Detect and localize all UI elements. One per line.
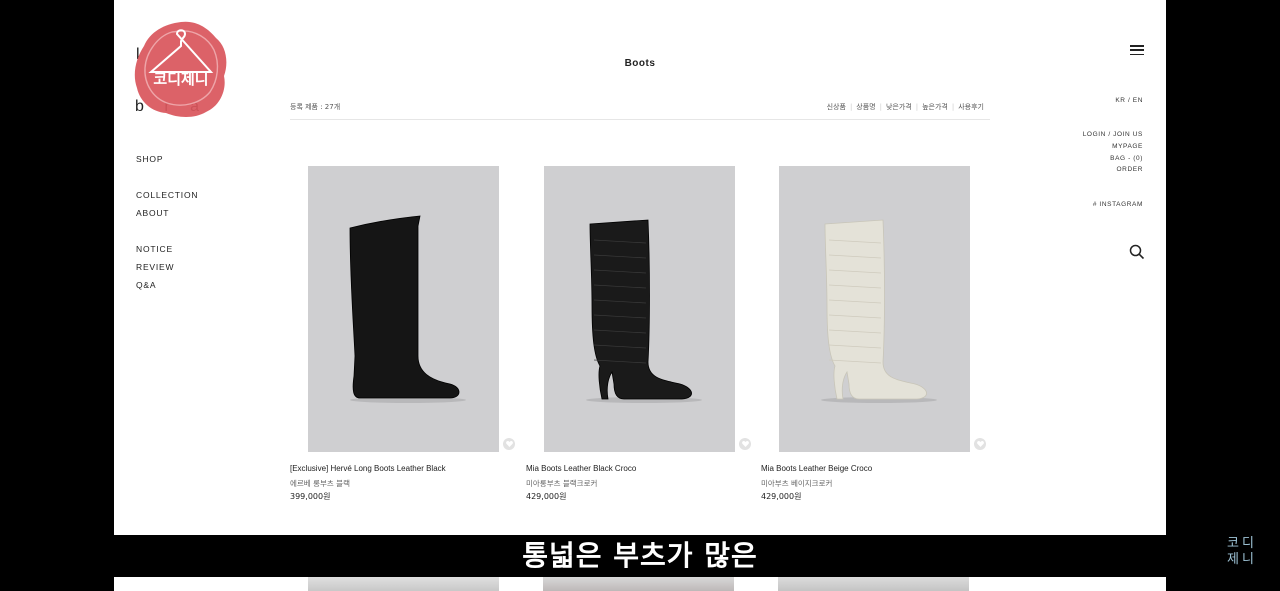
product-price: 429,000원 bbox=[761, 492, 802, 501]
watermark-line-2: 제니 bbox=[1227, 552, 1257, 567]
heart-icon[interactable] bbox=[739, 438, 751, 450]
boot-illustration bbox=[349, 215, 466, 403]
next-row-thumb-1[interactable] bbox=[308, 577, 499, 591]
page-continuation bbox=[114, 577, 1166, 591]
header-divider bbox=[290, 119, 990, 120]
next-row-thumb-2[interactable] bbox=[543, 577, 734, 591]
stamp-label: 코디제니 bbox=[153, 70, 209, 88]
search-icon[interactable] bbox=[1129, 244, 1145, 260]
nav-qa[interactable]: Q&A bbox=[136, 280, 156, 290]
boot-illustration bbox=[821, 219, 937, 403]
boot-shape bbox=[824, 219, 927, 400]
sort-divider: | bbox=[915, 103, 919, 111]
nav-collection[interactable]: COLLECTION bbox=[136, 190, 198, 200]
sort-reviews[interactable]: 사용후기 bbox=[958, 103, 984, 111]
channel-watermark: 코디 제니 bbox=[1222, 536, 1262, 568]
product-name[interactable]: Mia Boots Leather Black Croco bbox=[526, 464, 636, 473]
hamburger-icon[interactable] bbox=[1130, 45, 1144, 56]
nav-shop[interactable]: SHOP bbox=[136, 154, 163, 164]
product-image[interactable] bbox=[308, 166, 499, 452]
sort-divider: | bbox=[951, 103, 955, 111]
product-name-kr: 미아롱부츠 블랙크로커 bbox=[526, 479, 598, 488]
nav-review[interactable]: REVIEW bbox=[136, 262, 174, 272]
order-link[interactable]: ORDER bbox=[1117, 166, 1143, 173]
mypage-link[interactable]: MYPAGE bbox=[1112, 143, 1143, 150]
page-title: Boots bbox=[624, 58, 656, 69]
language-switch[interactable]: KR / EN bbox=[1115, 97, 1143, 104]
video-subtitle: 통넓은 부츠가 많은 bbox=[522, 539, 758, 572]
product-name-kr: 미아부츠 베이지크로커 bbox=[761, 479, 833, 488]
nav-about[interactable]: ABOUT bbox=[136, 208, 169, 218]
bag-link[interactable]: BAG - (0) bbox=[1110, 155, 1143, 162]
sort-divider: | bbox=[879, 103, 882, 111]
watermark-line-1: 코디 bbox=[1227, 536, 1257, 551]
product-image[interactable] bbox=[544, 166, 735, 452]
product-price: 429,000원 bbox=[526, 492, 567, 501]
channel-stamp: 코디제니 bbox=[134, 20, 228, 118]
sort-newest[interactable]: 신상품 bbox=[827, 103, 846, 111]
boot-shape bbox=[349, 215, 460, 399]
next-row-thumb-3[interactable] bbox=[778, 577, 969, 591]
sort-divider: | bbox=[849, 103, 853, 111]
boot-shape bbox=[589, 219, 692, 400]
sort-options: 신상품 | 상품명 | 낮은가격 | 높은가격 | 사용후기 bbox=[827, 102, 984, 112]
product-count: 등록 제품 : 27개 bbox=[290, 103, 341, 111]
heart-icon[interactable] bbox=[974, 438, 986, 450]
product-price: 399,000원 bbox=[290, 492, 331, 501]
nav-notice[interactable]: NOTICE bbox=[136, 244, 173, 254]
heart-icon[interactable] bbox=[503, 438, 515, 450]
product-name[interactable]: Mia Boots Leather Beige Croco bbox=[761, 464, 872, 473]
product-name-kr: 에르베 롱부츠 블랙 bbox=[290, 479, 350, 488]
boot-illustration bbox=[586, 219, 702, 403]
sort-price-high[interactable]: 높은가격 bbox=[922, 103, 948, 111]
instagram-link[interactable]: # INSTAGRAM bbox=[1093, 201, 1143, 208]
sort-name[interactable]: 상품명 bbox=[856, 103, 875, 111]
login-link[interactable]: LOGIN / JOIN US bbox=[1083, 131, 1143, 138]
sort-price-low[interactable]: 낮은가격 bbox=[886, 103, 912, 111]
product-name[interactable]: [Exclusive] Hervé Long Boots Leather Bla… bbox=[290, 464, 446, 473]
product-image[interactable] bbox=[779, 166, 970, 452]
